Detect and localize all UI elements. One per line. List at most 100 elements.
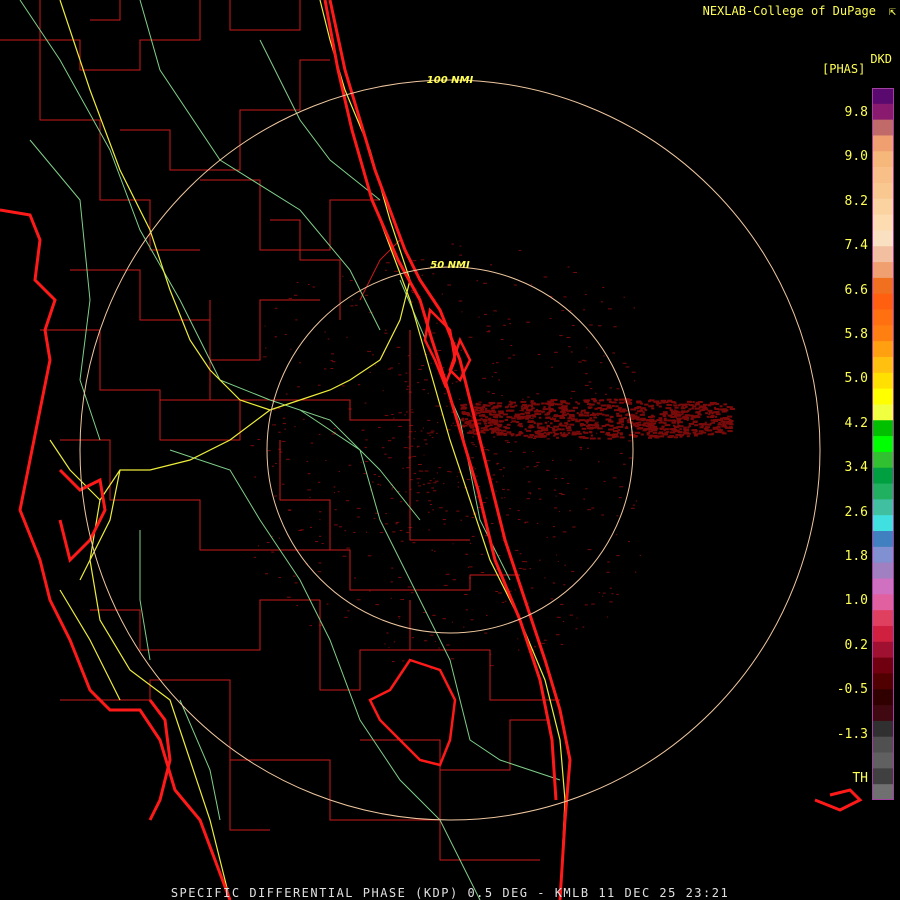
- echo-pixel: [677, 422, 680, 425]
- echo-pixel: [635, 500, 638, 502]
- echo-pixel: [583, 411, 590, 414]
- echo-pixel: [509, 323, 512, 325]
- echo-pixel: [351, 299, 353, 301]
- echo-pixel: [524, 411, 531, 414]
- echo-pixel: [462, 406, 466, 409]
- echo-pixel: [369, 489, 371, 491]
- echo-pixel: [658, 402, 661, 405]
- echo-pixel: [576, 617, 578, 619]
- echo-pixel: [499, 469, 503, 471]
- echo-pixel: [428, 529, 430, 531]
- echo-pixel: [551, 366, 553, 368]
- echo-pixel: [715, 413, 718, 416]
- echo-pixel: [535, 432, 540, 434]
- echo-pixel: [396, 346, 401, 348]
- echo-pixel: [281, 440, 286, 442]
- echo-pixel: [429, 434, 431, 436]
- echo-pixel: [692, 405, 697, 408]
- echo-pixel: [576, 412, 579, 415]
- echo-pixel: [484, 632, 488, 634]
- echo-pixel: [516, 417, 522, 420]
- echo-pixel: [559, 416, 565, 419]
- echo-pixel: [675, 433, 680, 436]
- echo-pixel: [317, 571, 322, 573]
- echo-pixel: [427, 511, 430, 513]
- echo-pixel: [446, 644, 450, 646]
- legend-swatch: [873, 657, 893, 674]
- echo-pixel: [688, 408, 692, 411]
- echo-pixel: [545, 416, 551, 419]
- echo-pixel: [516, 413, 521, 416]
- echo-pixel: [250, 445, 255, 447]
- echo-pixel: [406, 388, 409, 390]
- echo-pixel: [578, 361, 582, 363]
- echo-pixel: [495, 423, 497, 425]
- echo-pixel: [384, 414, 389, 416]
- echo-pixel: [508, 409, 515, 412]
- echo-pixel: [485, 404, 490, 406]
- echo-pixel: [519, 432, 523, 435]
- echo-pixel: [714, 408, 719, 410]
- echo-pixel: [438, 467, 441, 469]
- echo-pixel: [504, 419, 508, 421]
- echo-pixel: [438, 647, 440, 649]
- echo-pixel: [660, 400, 664, 403]
- echo-pixel: [469, 430, 472, 432]
- echo-pixel: [536, 422, 543, 425]
- echo-pixel: [292, 575, 296, 577]
- echo-pixel: [502, 475, 504, 477]
- echo-pixel: [286, 458, 290, 460]
- echo-pixel: [253, 556, 257, 558]
- echo-pixel: [277, 407, 281, 409]
- echo-pixel: [562, 435, 567, 438]
- echo-pixel: [471, 517, 475, 518]
- echo-pixel: [648, 420, 652, 423]
- echo-pixel: [487, 391, 490, 393]
- echo-pixel: [510, 434, 514, 437]
- echo-pixel: [385, 269, 387, 271]
- echo-pixel: [309, 625, 312, 627]
- echo-pixel: [528, 409, 532, 412]
- echo-pixel: [400, 540, 404, 542]
- echo-pixel: [518, 567, 523, 569]
- echo-pixel: [478, 316, 480, 318]
- echo-pixel: [522, 398, 524, 400]
- echo-pixel: [576, 432, 582, 435]
- echo-pixel: [541, 412, 544, 414]
- echo-pixel: [385, 329, 387, 331]
- echo-pixel: [489, 412, 492, 415]
- echo-pixel: [506, 514, 509, 516]
- echo-pixel: [479, 414, 484, 417]
- echo-pixel: [518, 649, 520, 651]
- legend-swatch: [873, 531, 893, 548]
- echo-pixel: [435, 480, 439, 482]
- echo-pixel: [558, 428, 565, 431]
- echo-pixel: [281, 483, 285, 485]
- echo-pixel: [680, 407, 686, 410]
- echo-pixel: [530, 400, 534, 403]
- legend-tick-label: 7.4: [844, 238, 868, 254]
- echo-pixel: [622, 362, 627, 364]
- echo-pixel: [412, 455, 417, 457]
- echo-pixel: [509, 400, 512, 403]
- echo-pixel: [683, 431, 686, 434]
- echo-pixel: [519, 553, 522, 555]
- echo-pixel: [400, 599, 405, 600]
- echo-pixel: [552, 459, 554, 461]
- echo-pixel: [271, 465, 274, 467]
- echo-pixel: [427, 392, 429, 394]
- echo-pixel: [494, 372, 497, 374]
- legend-tick-label: 2.6: [844, 504, 868, 520]
- echo-pixel: [356, 507, 361, 509]
- legend-swatch: [873, 451, 893, 469]
- echo-pixel: [457, 481, 460, 483]
- echo-pixel: [529, 434, 535, 437]
- echo-pixel: [591, 507, 595, 509]
- echo-pixel: [369, 371, 371, 373]
- echo-pixel: [575, 628, 578, 630]
- echo-pixel: [342, 275, 344, 277]
- echo-pixel: [719, 405, 723, 408]
- echo-pixel: [509, 451, 512, 453]
- echo-pixel: [560, 603, 564, 605]
- echo-pixel: [506, 416, 513, 419]
